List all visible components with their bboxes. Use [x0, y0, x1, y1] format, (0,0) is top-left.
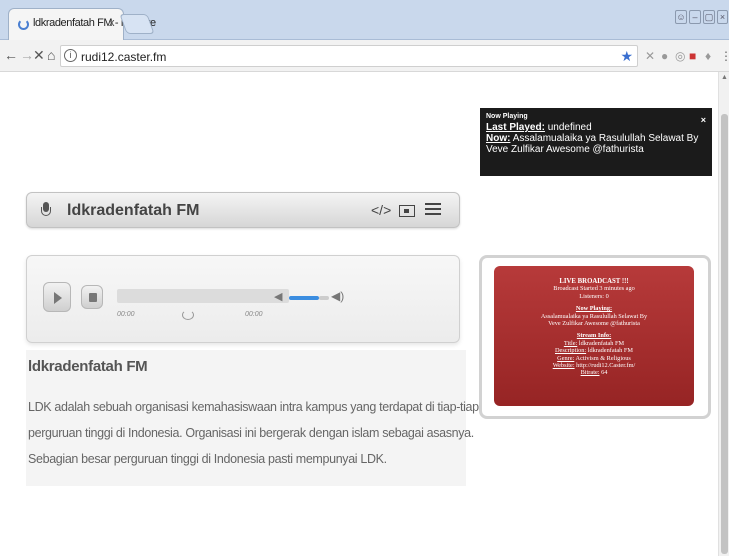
now-value: Assalamualaika ya Rasulullah Selawat By …: [486, 133, 699, 155]
embed-code-icon[interactable]: </>: [371, 202, 391, 218]
description-line: Sebagian besar perguruan tinggi di Indon…: [28, 452, 387, 466]
live-broadcast-widget: LIVE BROADCAST !!! Broadcast Started 3 m…: [494, 266, 694, 406]
play-button[interactable]: [43, 282, 71, 312]
site-info-icon[interactable]: i: [64, 49, 77, 62]
forward-arrow-icon[interactable]: →: [20, 47, 34, 63]
stream-website-link[interactable]: http://rudi12.Caster.fm/: [576, 362, 635, 369]
stream-website-label: Website:: [552, 362, 575, 370]
stream-bitrate-row: Bitrate: 64: [494, 369, 694, 376]
scroll-up-arrow-icon[interactable]: ▲: [721, 74, 728, 81]
now-playing-line-1: Assalamualaika ya Rasulullah Selawat By: [540, 312, 648, 320]
volume-slider-fill[interactable]: [289, 296, 319, 300]
stream-info-heading: Stream Info:: [576, 332, 612, 340]
browser-tab[interactable]: ldkradenfatah FM - Powere x: [8, 8, 156, 40]
station-name: ldkradenfatah FM: [67, 202, 200, 219]
page-scrollbar[interactable]: ▲: [718, 72, 729, 556]
extension-ring-icon[interactable]: ◎: [675, 49, 685, 63]
description-line: perguruan tinggi di Indonesia. Organisas…: [28, 426, 474, 440]
stream-title-row: Title: ldkradenfatah FM: [494, 340, 694, 347]
address-bar-row: ← → ✕ ⌂ i rudi12.caster.fm ★ ✕ ● ◎ ■ ♦ ⋮: [0, 40, 729, 72]
tab-close-button[interactable]: x: [109, 17, 115, 29]
description-line: LDK adalah sebuah organisasi kemahasiswa…: [28, 400, 479, 414]
live-heading: LIVE BROADCAST !!!: [559, 278, 629, 285]
description-text: LDK adalah sebuah organisasi kemahasiswa…: [28, 394, 479, 472]
user-profile-icon[interactable]: ☺: [675, 10, 687, 24]
tab-strip: ldkradenfatah FM - Powere x ☺ – ▢ ×: [0, 0, 729, 40]
url-text[interactable]: rudi12.caster.fm: [81, 50, 166, 64]
extension-circle-icon[interactable]: ●: [661, 49, 668, 63]
stream-bitrate-value: 64: [601, 369, 608, 377]
menu-dots-icon[interactable]: ⋮: [720, 49, 729, 63]
now-playing-popup-title: Now Playing: [486, 113, 528, 120]
minimize-button[interactable]: –: [689, 10, 701, 24]
audio-player-panel: 00:00 00:00 ◀ ◀): [26, 255, 460, 343]
last-played-label: Last Played:: [486, 122, 545, 133]
bookmark-star-icon[interactable]: ★: [620, 48, 633, 65]
stream-title-label: Title:: [563, 339, 578, 347]
stream-website-row: Website: http://rudi12.Caster.fm/: [494, 362, 694, 369]
popup-close-button[interactable]: ×: [701, 115, 706, 126]
extension-badge-icon[interactable]: ■: [689, 49, 696, 63]
settings-sliders-icon[interactable]: [425, 203, 441, 217]
description-title: ldkradenfatah FM: [28, 358, 148, 375]
stream-bitrate-label: Bitrate:: [580, 369, 600, 377]
broadcast-started: Broadcast Started 3 minutes ago: [553, 285, 635, 293]
stream-genre-value: Activism & Religious: [575, 354, 631, 362]
extension-x-icon[interactable]: ✕: [645, 49, 655, 63]
popout-player-icon[interactable]: [399, 205, 415, 217]
home-icon[interactable]: ⌂: [47, 47, 55, 63]
address-bar[interactable]: i rudi12.caster.fm ★: [60, 45, 638, 67]
stream-title-value: ldkradenfatah FM: [578, 339, 625, 347]
extension-leaf-icon[interactable]: ♦: [705, 49, 711, 63]
stop-loading-icon[interactable]: ✕: [33, 47, 45, 64]
last-played-value: undefined: [547, 122, 592, 133]
now-playing-heading: Now Playing:: [575, 305, 613, 313]
now-row: Now: Assalamualaika ya Rasulullah Selawa…: [486, 133, 706, 155]
duration-time: 00:00: [245, 311, 263, 318]
stream-description-value: ldkradenfatah FM: [587, 347, 633, 355]
now-label: Now:: [486, 133, 511, 144]
current-time: 00:00: [117, 311, 135, 318]
mute-volume-icon[interactable]: ◀: [274, 290, 282, 303]
repeat-icon[interactable]: [182, 310, 194, 320]
microphone-icon: [41, 202, 51, 218]
progress-bar[interactable]: [117, 289, 289, 303]
now-playing-line-2: Veve Zulfikar Awesome @fathurista: [548, 320, 640, 328]
stream-description-row: Description: ldkradenfatah FM: [494, 347, 694, 354]
back-arrow-icon[interactable]: ←: [4, 47, 18, 63]
last-played-row: Last Played: undefined: [486, 122, 706, 133]
stop-button[interactable]: [81, 285, 103, 309]
max-volume-icon[interactable]: ◀): [331, 289, 344, 303]
player-header: ldkradenfatah FM </>: [26, 192, 460, 228]
now-playing-popup: Now Playing × Last Played: undefined Now…: [480, 108, 712, 176]
maximize-button[interactable]: ▢: [703, 10, 715, 24]
stream-genre-label: Genre:: [557, 354, 575, 362]
stream-genre-row: Genre: Activism & Religious: [494, 355, 694, 362]
window-close-button[interactable]: ×: [717, 10, 728, 24]
volume-slider-track[interactable]: [319, 296, 329, 300]
listeners-count: Listeners: 0: [579, 292, 609, 300]
scrollbar-thumb[interactable]: [721, 114, 728, 554]
loading-spinner-icon: [18, 19, 29, 30]
stream-description-label: Description:: [554, 347, 587, 355]
